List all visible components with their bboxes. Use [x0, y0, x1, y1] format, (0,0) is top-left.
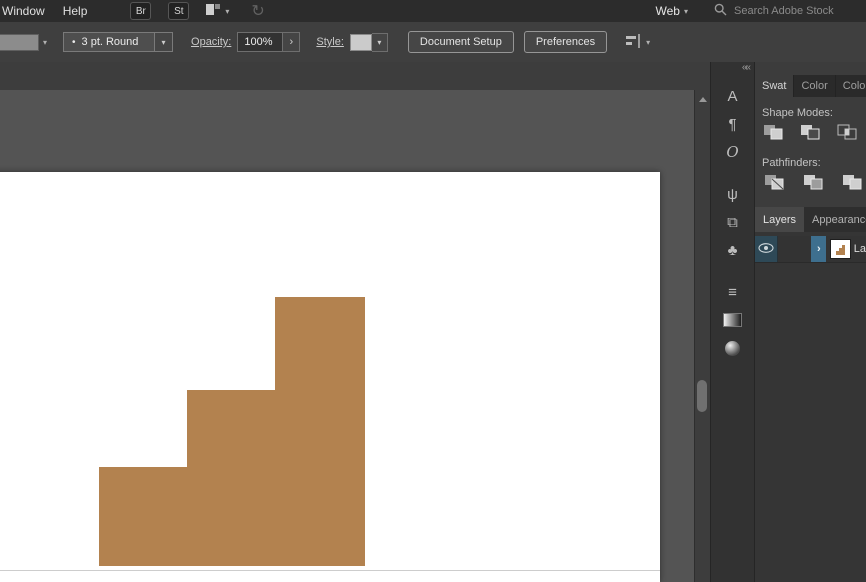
menu-help[interactable]: Help	[54, 4, 97, 18]
stroke-panel-icon[interactable]: ≡	[711, 278, 754, 306]
sync-icon[interactable]: ↻	[251, 1, 264, 21]
dock-icon-list: A ¶ O ψ ⧉ ♣ ≡	[711, 82, 754, 362]
chevron-down-icon[interactable]: ▾	[372, 33, 388, 52]
layers-panel-tabs: Layers Appearance	[755, 207, 866, 232]
swatches-panel-tabs: Swat Color Color	[755, 75, 866, 97]
chevron-down-icon[interactable]: ▾	[43, 38, 47, 47]
gradient-panel-icon[interactable]	[711, 306, 754, 334]
shape-mode-unite-button[interactable]	[763, 123, 785, 141]
artwork-layer	[0, 62, 710, 582]
character-panel-icon[interactable]: A	[711, 82, 754, 110]
preferences-button[interactable]: Preferences	[524, 31, 607, 53]
layers-panel-body: › La	[755, 232, 866, 582]
stroke-profile-label: 3 pt. Round	[82, 36, 139, 48]
menu-window[interactable]: Window	[0, 4, 54, 18]
workspace-layout-icon	[205, 3, 221, 19]
align-dropdown[interactable]: ▾	[625, 34, 650, 51]
layer-name[interactable]: La	[854, 243, 866, 255]
workspace-switcher-button[interactable]: ▾	[205, 3, 229, 19]
pathfinder-trim-button[interactable]	[802, 173, 826, 191]
shape-modes-label: Shape Modes:	[762, 107, 866, 119]
symbols-panel-icon[interactable]: ♣	[711, 236, 754, 264]
tab-color[interactable]: Color	[794, 75, 835, 97]
layer-expand-toggle[interactable]: ›	[811, 236, 826, 262]
shape-mode-minus-front-button[interactable]	[800, 123, 822, 141]
opentype-panel-icon[interactable]: O	[711, 138, 754, 166]
chevron-down-icon: ▾	[684, 7, 688, 16]
brushes-panel-icon[interactable]: ψ	[711, 180, 754, 208]
shape-modes-row	[763, 123, 866, 141]
tab-layers[interactable]: Layers	[755, 207, 804, 232]
tab-swatches[interactable]: Swat	[755, 75, 794, 97]
workspace-select-label: Web	[656, 4, 680, 18]
chevron-down-icon[interactable]: ▾	[155, 32, 173, 52]
style-label[interactable]: Style:	[316, 36, 344, 48]
vertical-scrollbar[interactable]	[694, 90, 710, 582]
layer-visibility-toggle[interactable]	[755, 236, 778, 262]
profile-bullet-icon: •	[72, 37, 76, 48]
layer-row[interactable]: › La	[755, 236, 866, 263]
stairs-shape[interactable]	[99, 297, 365, 566]
opacity-input[interactable]	[238, 35, 282, 49]
style-swatch[interactable]	[350, 34, 372, 51]
thumb-stairs-shape	[836, 245, 845, 255]
stock-search	[714, 3, 864, 19]
pathfinders-label: Pathfinders:	[762, 157, 866, 169]
artboards-panel-icon[interactable]: ⧉	[711, 208, 754, 236]
layer-thumbnail-art	[832, 241, 850, 257]
pathfinders-row	[763, 173, 866, 191]
scrollbar-thumb[interactable]	[697, 380, 707, 412]
gradient-swatch-icon	[723, 313, 742, 327]
layer-thumbnail[interactable]	[830, 239, 850, 259]
align-icon	[625, 34, 642, 51]
eye-icon	[758, 240, 774, 258]
panel-column: Swat Color Color Shape Modes: Pathfinder…	[755, 62, 866, 582]
pathfinder-merge-button[interactable]	[841, 173, 865, 191]
canvas-area[interactable]	[0, 62, 710, 582]
panel-dock: «« A ¶ O ψ ⧉ ♣ ≡	[710, 62, 755, 582]
layer-row-spacer	[778, 236, 811, 262]
opacity-field	[237, 32, 283, 52]
document-setup-button[interactable]: Document Setup	[408, 31, 514, 53]
stock-icon[interactable]: St	[168, 2, 189, 20]
opacity-more-button[interactable]: ›	[283, 32, 300, 52]
bridge-icon[interactable]: Br	[130, 2, 151, 20]
chevron-down-icon: ▾	[646, 38, 650, 47]
scroll-up-arrow-icon[interactable]	[699, 97, 707, 102]
stroke-color-swatch[interactable]	[0, 34, 39, 51]
tab-appearance[interactable]: Appearance	[804, 207, 866, 232]
stroke-profile-dropdown[interactable]: • 3 pt. Round ▾	[63, 32, 173, 52]
menu-bar: Window Help Br St ▾ ↻ Web ▾	[0, 0, 866, 22]
tab-color-guide[interactable]: Color	[836, 75, 866, 97]
pathfinder-divide-button[interactable]	[763, 173, 787, 191]
control-bar: ▾ • 3 pt. Round ▾ Opacity: › Style: ▾ Do…	[0, 22, 866, 63]
search-icon	[714, 3, 727, 19]
search-input[interactable]	[732, 4, 860, 18]
chevron-down-icon: ▾	[225, 7, 229, 16]
pathfinder-panel: Shape Modes: Pathfinders:	[755, 97, 866, 191]
stroke-profile-value: • 3 pt. Round	[63, 32, 155, 52]
collapse-panels-icon[interactable]: ««	[742, 62, 749, 73]
sphere-icon	[725, 341, 740, 356]
paragraph-panel-icon[interactable]: ¶	[711, 110, 754, 138]
workspace-select[interactable]: Web ▾	[656, 4, 688, 18]
opacity-label[interactable]: Opacity:	[191, 36, 231, 48]
transparency-panel-icon[interactable]	[711, 334, 754, 362]
shape-mode-intersect-button[interactable]	[837, 123, 859, 141]
